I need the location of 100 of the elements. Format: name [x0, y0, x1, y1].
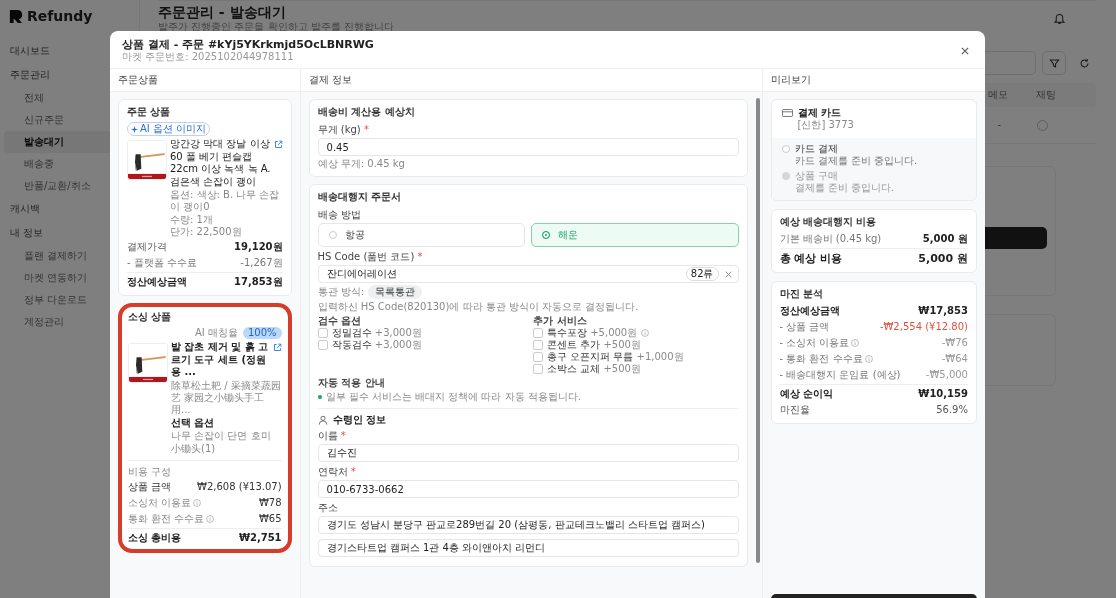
- input-field[interactable]: 경기스타트업 캠퍼스 1관 4층 와이앤아치 리먼디: [317, 539, 739, 558]
- credit-card-icon: [781, 109, 793, 118]
- bell-icon[interactable]: [1053, 12, 1066, 25]
- field-value[interactable]: 잔디에어레이션: [326, 268, 680, 281]
- checkbox[interactable]: [533, 340, 544, 351]
- external-link-icon[interactable]: [273, 140, 283, 150]
- panel-heading: 주문상품: [110, 69, 300, 93]
- row-value: 17,853원: [233, 276, 283, 289]
- checkbox-label[interactable]: 총구 오픈지퍼 무름 +1,000원: [547, 351, 684, 364]
- checkbox[interactable]: [533, 328, 544, 339]
- badge-label: AI 옵션 이미지: [140, 123, 207, 136]
- option-value: 나무 손잡이 단면 호미: [171, 429, 272, 442]
- close-icon: [961, 46, 969, 55]
- input-field[interactable]: 0.45: [317, 138, 739, 157]
- row-value: 19,120원: [233, 241, 283, 254]
- order-number: 마켓 주문번호: 2025102044978111: [122, 51, 295, 64]
- match-badge: 100%: [242, 327, 282, 340]
- scrollbar-thumb[interactable]: [755, 98, 760, 564]
- row-label: 예상 순이익: [779, 388, 833, 401]
- option-description: 카드 결제를 준비 중입니다.: [794, 155, 918, 168]
- row-label: - 배송대행지 운임료 (예상): [779, 369, 901, 382]
- info-icon[interactable]: [851, 339, 860, 348]
- page-title: 주문관리 - 발송대기: [158, 4, 287, 21]
- checkbox-label[interactable]: 특수포장 +5,000원: [547, 327, 638, 340]
- original-product-name: 除草松土耙 / 采摘菜蔬园艺 家园之小锄头手工用...: [171, 379, 282, 416]
- checkbox-label[interactable]: 작동검수 +3,000원: [331, 339, 422, 352]
- input-field[interactable]: 김수진: [317, 444, 739, 463]
- field-label: 이름 *: [317, 430, 347, 443]
- row-value: -₩5,000: [925, 369, 968, 382]
- checkbox-label[interactable]: 콘센트 추가 +500원: [547, 339, 641, 352]
- row-value: -₩76: [941, 337, 968, 350]
- person-icon: [317, 415, 328, 426]
- input-field[interactable]: 경기도 성남시 분당구 판교로289번길 20 (삼평동, 판교테크노밸리 스타트업 캠퍼스): [317, 516, 739, 535]
- option-label: 선택 옵션: [171, 416, 216, 429]
- field-label: HS Code (품번 코드) *: [317, 251, 424, 264]
- row-value: -₩64: [941, 353, 968, 366]
- checkbox[interactable]: [317, 340, 328, 351]
- section-label: 추가 서비스: [533, 315, 588, 328]
- clear-button[interactable]: [724, 270, 732, 278]
- info-icon[interactable]: [193, 498, 202, 507]
- row-value: ₩10,159: [918, 388, 968, 401]
- card-title: 마진 분석: [779, 288, 824, 301]
- row-value: ₩78: [258, 496, 282, 509]
- card-title: 소싱 상품: [128, 311, 173, 324]
- row-label: 결제가격: [127, 241, 167, 254]
- card-title: 주문 상품: [127, 106, 172, 119]
- filter-icon: [1048, 57, 1060, 69]
- section-label: 검수 옵션: [317, 315, 363, 328]
- field-label: 통관 방식:: [317, 286, 365, 299]
- panel-heading: 결제 정보: [300, 69, 762, 93]
- info-icon[interactable]: [641, 329, 650, 338]
- info-icon[interactable]: [206, 514, 215, 523]
- external-link-icon[interactable]: [272, 343, 282, 353]
- row-value: 5,000 원: [918, 252, 968, 266]
- radio-icon: [542, 231, 551, 240]
- match-label: AI 매칭율: [195, 327, 238, 340]
- row-value: 5,000 원: [922, 233, 968, 246]
- panel-heading: 미리보기: [762, 69, 985, 93]
- hs-code-field[interactable]: 잔디에어레이션 82류: [317, 265, 739, 284]
- row-value: ₩2,751: [238, 531, 282, 544]
- product-name: 망간강 막대 장날 이상 60 풀 베기 편슬캡 22cm 이상 녹색 녹 A. 검은색 손잡이 괭이: [170, 138, 272, 189]
- filter-button[interactable]: [1042, 51, 1066, 75]
- column-header: 메모: [988, 89, 1008, 101]
- row-label: 정산예상금액: [779, 305, 840, 318]
- field-label: 연락처 *: [317, 466, 357, 479]
- radio-icon[interactable]: [781, 145, 790, 154]
- row-label: 정산예상금액: [127, 276, 187, 289]
- card-title: 예상 배송대행지 비용: [779, 216, 878, 229]
- section-label: 자동 적용 안내: [317, 377, 386, 390]
- row-label: 총 예상 비용: [779, 252, 843, 266]
- close-icon: [724, 270, 732, 278]
- quantity: 수량: 1개: [170, 214, 213, 227]
- option-title: 카드 결제: [794, 143, 839, 156]
- option-title: 상품 구매: [794, 170, 839, 183]
- checkbox[interactable]: [317, 328, 328, 339]
- logo-icon: [8, 8, 23, 24]
- modal-title: 상품 결제 - 주문 #kYj5YKrkmjd5OcLBNRWG: [122, 38, 374, 52]
- table-cell: -: [997, 119, 1001, 131]
- checkbox-label[interactable]: 정밀검수 +3,000원: [331, 327, 422, 340]
- input-field[interactable]: 010-6733-0662: [317, 480, 739, 499]
- field-hint: 입력하신 HS Code(820130)에 따라 통관 방식이 자동으로 결정됩니다.: [317, 301, 640, 314]
- section-label: 비용 구성: [128, 465, 173, 478]
- row-label: 소싱처 이용료: [128, 496, 192, 509]
- field-label: 무게 (kg) *: [317, 124, 370, 137]
- notice-text: 일부 필수 서비스는 배대지 정책에 따라 자동 적용됩니다.: [325, 391, 581, 404]
- row-value: ₩17,853: [918, 305, 968, 318]
- option-label: 항공: [344, 229, 365, 242]
- field-label: 배송 방법: [317, 209, 362, 222]
- row-label: - 통화 환전 수수료: [779, 353, 863, 366]
- product-option: 옵션: 색상: B. 나무 손잡이 괭이0: [170, 189, 283, 214]
- info-icon[interactable]: [864, 355, 873, 364]
- card-title: 결제 카드: [797, 107, 842, 120]
- checkbox[interactable]: [533, 364, 544, 375]
- section-title: 수령인 정보: [332, 414, 387, 427]
- row-value: ₩2,608 (¥13.07): [197, 480, 282, 493]
- field-hint: 예상 무게: 0.45 kg: [317, 158, 406, 171]
- checkbox-label[interactable]: 소박스 교체 +500원: [547, 363, 641, 376]
- card-title: 배송비 계산용 예상치: [317, 106, 416, 119]
- radio-option[interactable]: 항공: [317, 223, 526, 248]
- checkbox[interactable]: [533, 352, 544, 363]
